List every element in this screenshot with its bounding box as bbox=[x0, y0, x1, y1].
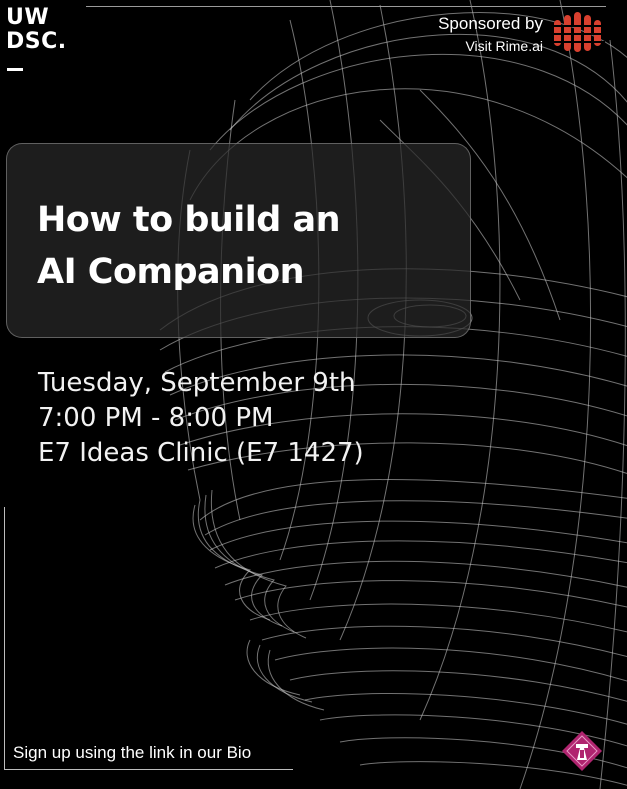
left-frame-line bbox=[4, 507, 5, 769]
logo-underline bbox=[7, 68, 23, 71]
sponsor-block: Sponsored by Visit Rime.ai bbox=[438, 14, 543, 54]
uwdsc-logo: UW DSC. bbox=[6, 6, 67, 54]
event-location: E7 Ideas Clinic (E7 1427) bbox=[38, 438, 364, 468]
logo-line-uw: UW bbox=[6, 5, 50, 30]
sponsor-label: Sponsored by bbox=[438, 14, 543, 33]
event-details: Tuesday, September 9th 7:00 PM - 8:00 PM… bbox=[38, 366, 364, 471]
event-time: 7:00 PM - 8:00 PM bbox=[38, 403, 274, 433]
event-poster: UW DSC. Sponsored by Visit Rime.ai How t… bbox=[0, 0, 627, 789]
event-title-line-1: How to build an bbox=[37, 200, 341, 240]
event-date: Tuesday, September 9th bbox=[38, 368, 356, 398]
title-card: How to build an AI Companion bbox=[6, 143, 471, 338]
event-title: How to build an AI Companion bbox=[37, 194, 341, 298]
sponsor-link[interactable]: Visit Rime.ai bbox=[438, 38, 543, 54]
bottom-frame-line bbox=[4, 769, 293, 770]
event-title-line-2: AI Companion bbox=[37, 252, 305, 292]
logo-line-dsc: DSC. bbox=[6, 29, 67, 54]
top-divider bbox=[86, 6, 606, 7]
signup-text: Sign up using the link in our Bio bbox=[13, 743, 252, 762]
diamond-badge-icon bbox=[562, 731, 602, 771]
rime-logo-icon bbox=[553, 12, 605, 52]
